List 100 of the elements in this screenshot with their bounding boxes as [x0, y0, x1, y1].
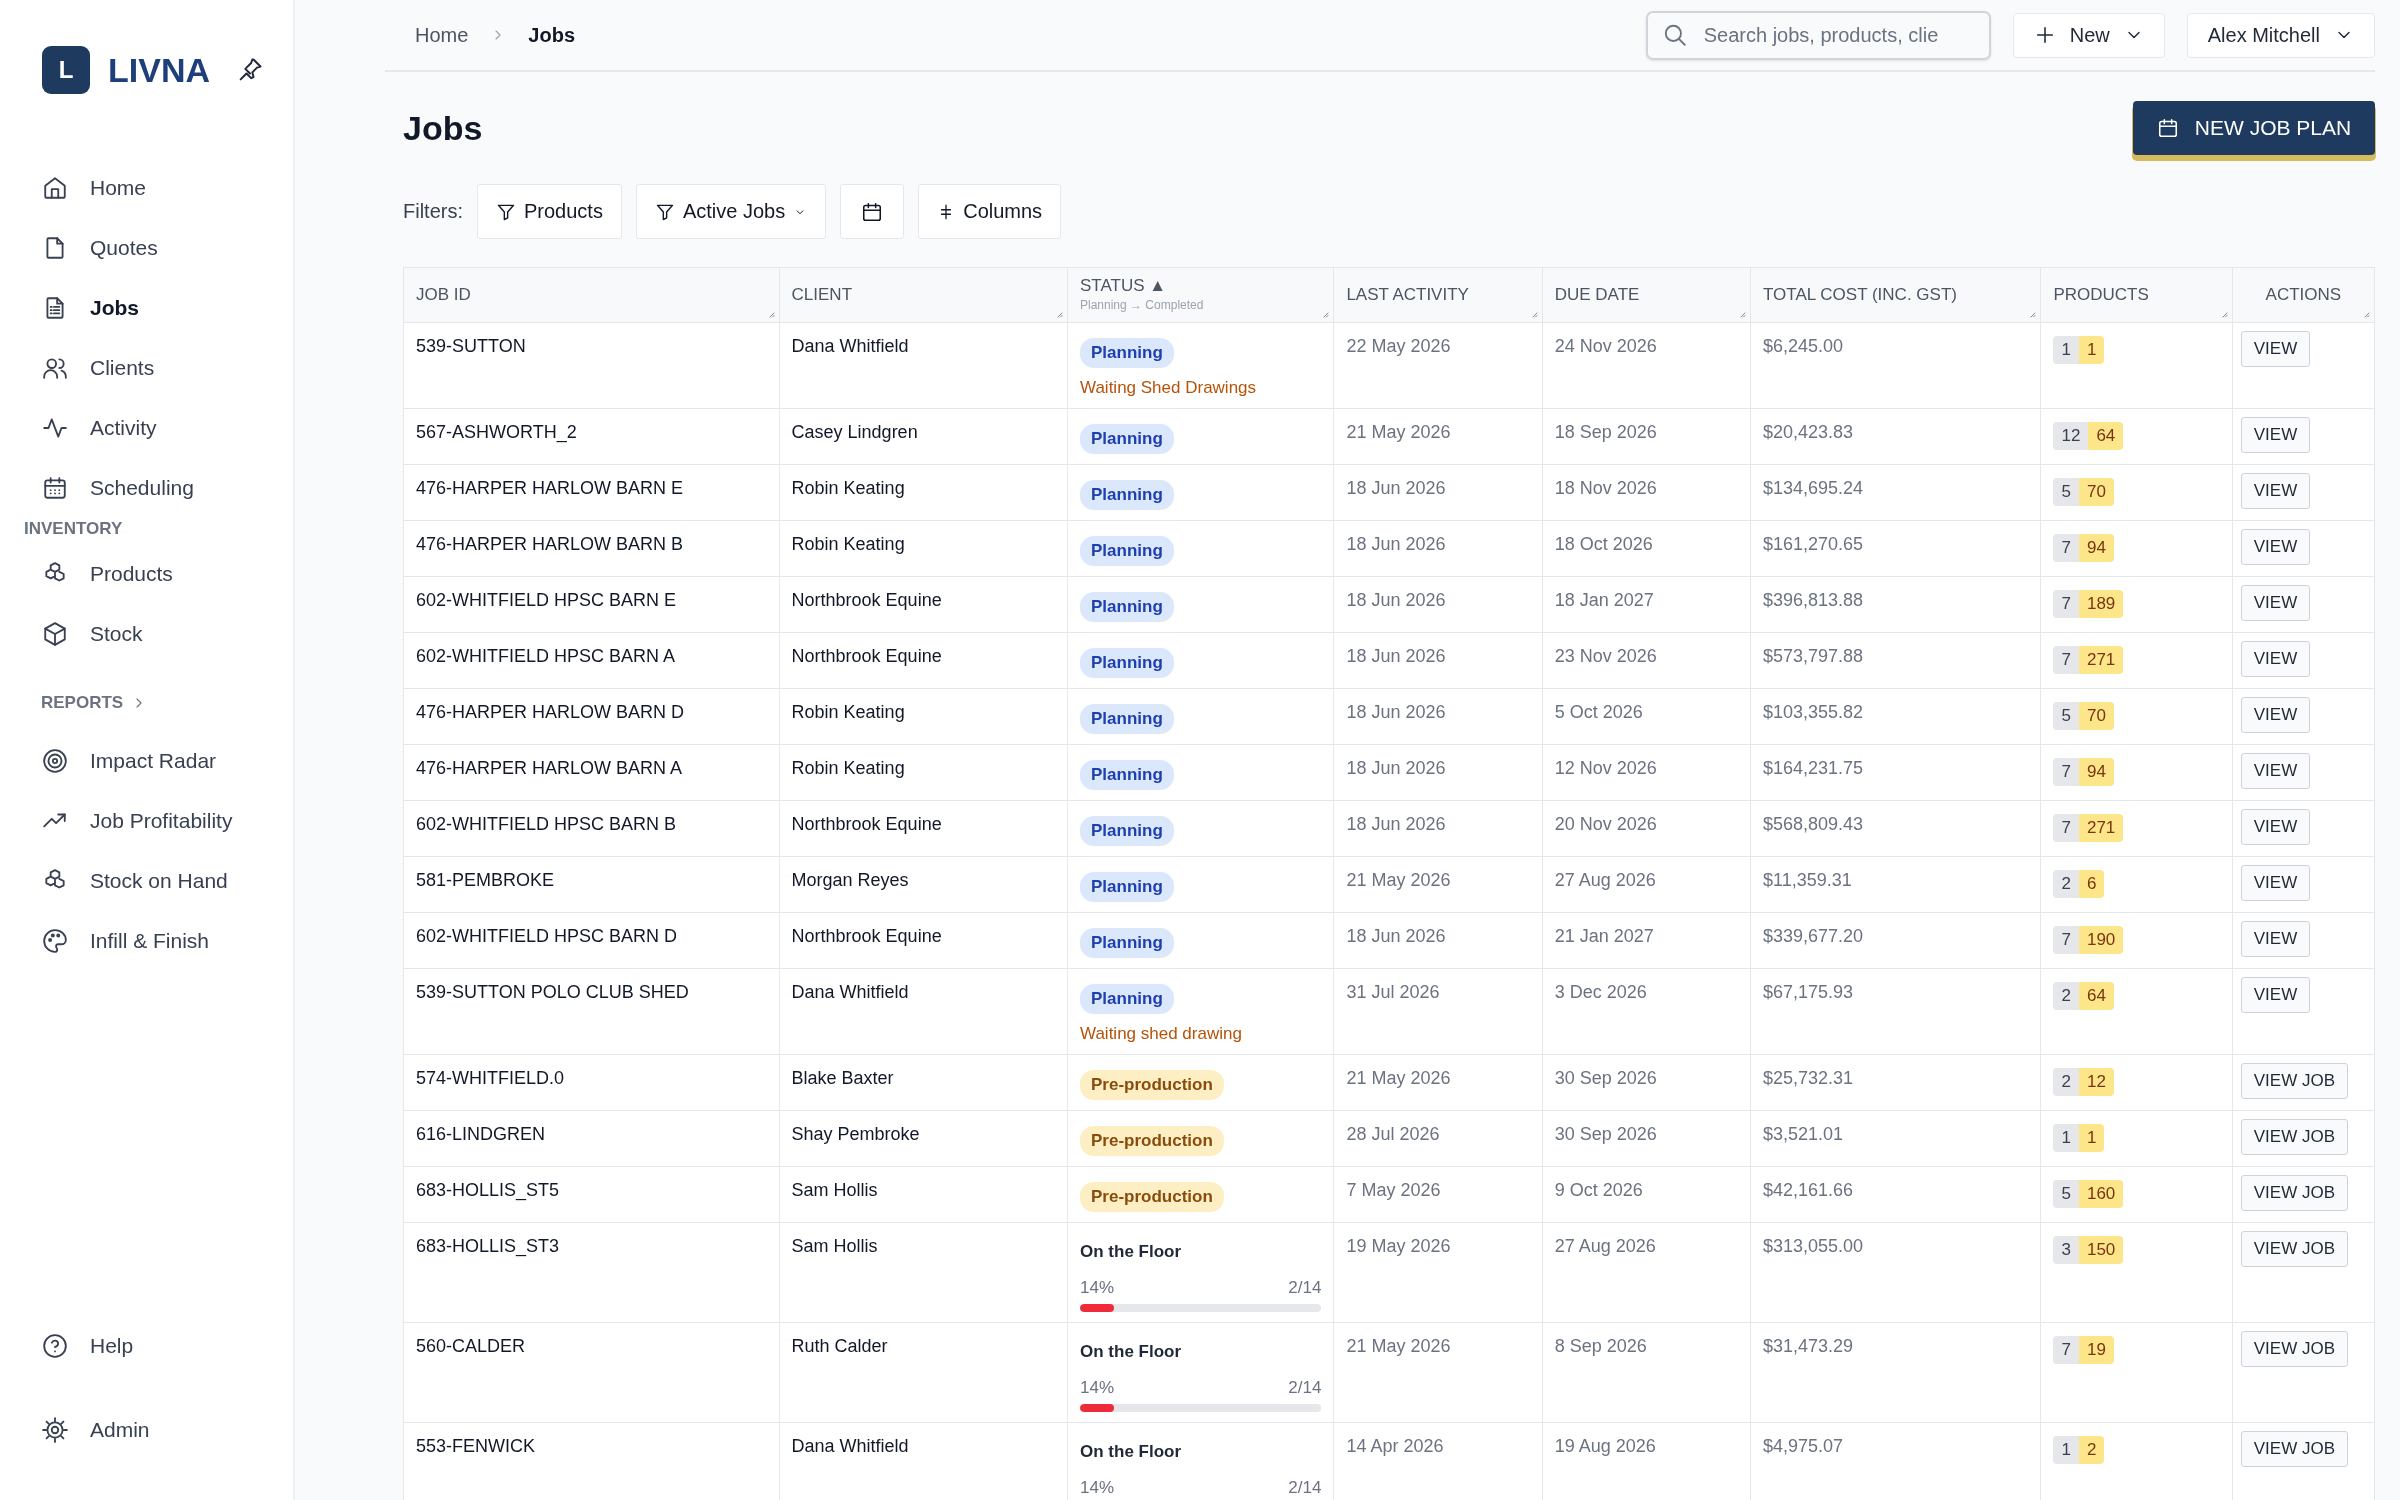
view-button[interactable]: VIEW — [2240, 697, 2311, 733]
sidebar-item[interactable]: Impact Radar — [0, 731, 293, 791]
sidebar-item[interactable]: Products — [0, 544, 293, 604]
filter-button[interactable]: Products — [477, 184, 622, 239]
view-button[interactable]: VIEW JOB — [2240, 1331, 2348, 1367]
view-button[interactable]: VIEW JOB — [2240, 1175, 2348, 1211]
table-cell: 602-WHITFIELD HPSC BARN A — [403, 632, 780, 689]
status-badge: Pre-production — [1080, 1126, 1224, 1156]
table-cell: $11,359.31 — [1750, 856, 2041, 913]
view-button[interactable]: VIEW — [2240, 865, 2311, 901]
calendar-icon — [2156, 117, 2179, 139]
filter-dropdown[interactable]: Active Jobs — [635, 184, 827, 239]
sidebar-item[interactable]: Activity — [0, 398, 293, 458]
item-count-badge: 64 — [2078, 982, 2114, 1010]
view-button[interactable]: VIEW JOB — [2240, 1431, 2348, 1467]
table-cell: $3,521.01 — [1750, 1110, 2041, 1167]
table-cell: Shay Pembroke — [779, 1110, 1068, 1167]
product-count-badge: 7 — [2053, 758, 2079, 786]
table-cell: Robin Keating — [779, 744, 1068, 801]
column-header[interactable]: DUE DATE — [1554, 285, 1640, 305]
view-button[interactable]: VIEW — [2240, 977, 2311, 1013]
view-button[interactable]: VIEW — [2240, 641, 2311, 677]
sidebar-item[interactable]: Stock — [0, 604, 293, 664]
item-count-badge: 271 — [2078, 814, 2124, 842]
table-cell: 567-ASHWORTH_2 — [403, 408, 780, 465]
view-button[interactable]: VIEW — [2240, 753, 2311, 789]
table-cell: 602-WHITFIELD HPSC BARN E — [403, 576, 780, 633]
view-button[interactable]: VIEW — [2240, 473, 2311, 509]
item-count-badge: 70 — [2078, 702, 2114, 730]
sidebar-item[interactable]: Stock on Hand — [0, 851, 293, 911]
columns-button[interactable]: Columns — [918, 184, 1062, 239]
view-button[interactable]: VIEW — [2240, 809, 2311, 845]
product-count-badge: 3 — [2053, 1236, 2079, 1264]
view-button[interactable]: VIEW — [2240, 921, 2311, 957]
product-count-badge: 7 — [2053, 534, 2079, 562]
sidebar-item[interactable]: Infill & Finish — [0, 911, 293, 971]
table-cell: $313,055.00 — [1750, 1222, 2041, 1323]
section-heading[interactable]: REPORTS — [41, 692, 124, 713]
item-count-badge: 150 — [2078, 1236, 2124, 1264]
product-count-badge: 2 — [2053, 982, 2079, 1010]
table-cell: 7 May 2026 — [1333, 1166, 1543, 1223]
table-cell: $161,270.65 — [1750, 520, 2041, 577]
sidebar-item[interactable]: Clients — [0, 338, 293, 398]
table-cell: 18 Jun 2026 — [1333, 576, 1543, 633]
column-header[interactable]: JOB ID — [416, 285, 471, 305]
column-header[interactable]: PRODUCTS — [2053, 285, 2149, 305]
table-cell: 476-HARPER HARLOW BARN A — [403, 744, 780, 801]
sidebar-item[interactable]: Admin — [0, 1388, 293, 1472]
column-header[interactable]: ACTIONS — [2265, 285, 2342, 305]
breadcrumb-item[interactable]: Home — [415, 23, 469, 47]
sidebar-item-label: Infill & Finish — [90, 929, 210, 953]
item-count-badge: 64 — [2088, 422, 2124, 450]
sidebar-item[interactable]: Help — [0, 1304, 293, 1388]
search-field[interactable]: Search jobs, products, clie — [1645, 10, 1991, 60]
product-count-badge: 12 — [2053, 422, 2089, 450]
user-menu[interactable]: Alex Mitchell — [2186, 12, 2375, 58]
product-count-badge: 1 — [2053, 1436, 2079, 1464]
product-count-badge: 1 — [2053, 1124, 2079, 1152]
table-cell: 31 Jul 2026 — [1333, 968, 1543, 1055]
view-button[interactable]: VIEW — [2240, 585, 2311, 621]
view-button[interactable]: VIEW JOB — [2240, 1231, 2348, 1267]
table-cell: Northbrook Equine — [779, 912, 1068, 969]
item-count-badge: 190 — [2078, 926, 2124, 954]
table-cell: 12 Nov 2026 — [1542, 744, 1751, 801]
new-button[interactable]: New — [2012, 12, 2165, 58]
status-badge: Planning — [1080, 480, 1174, 510]
status-note: Waiting Shed Drawings — [1080, 378, 1258, 398]
status-badge: Planning — [1080, 592, 1174, 622]
status-label: On the Floor — [1080, 1442, 1182, 1462]
table-cell: $164,231.75 — [1750, 744, 2041, 801]
status-badge: Planning — [1080, 872, 1174, 902]
table-cell: 18 Jun 2026 — [1333, 688, 1543, 745]
product-count-badge: 5 — [2053, 478, 2079, 506]
product-count-badge: 7 — [2053, 926, 2079, 954]
table-cell: $396,813.88 — [1750, 576, 2041, 633]
sidebar-item[interactable]: Scheduling — [0, 458, 293, 518]
sidebar-item[interactable]: Job Profitability — [0, 791, 293, 851]
sidebar-item-label: Jobs — [90, 296, 139, 320]
table-cell: 476-HARPER HARLOW BARN E — [403, 464, 780, 521]
sidebar-item[interactable]: Quotes — [0, 218, 293, 278]
sidebar-item[interactable]: Jobs — [0, 278, 293, 338]
table-cell: 18 Jan 2027 — [1542, 576, 1751, 633]
table-cell: Northbrook Equine — [779, 800, 1068, 857]
progress-count: 2/14 — [1288, 1378, 1322, 1398]
date-filter-button[interactable] — [840, 184, 905, 239]
calendar-icon — [861, 200, 884, 223]
table-cell: $67,175.93 — [1750, 968, 2041, 1055]
column-header[interactable]: CLIENT — [791, 285, 853, 305]
view-button[interactable]: VIEW JOB — [2240, 1119, 2348, 1155]
item-count-badge: 70 — [2078, 478, 2114, 506]
sidebar-item[interactable]: Home — [0, 158, 293, 218]
sidebar-item-label: Stock — [90, 622, 143, 646]
table-cell: 476-HARPER HARLOW BARN D — [403, 688, 780, 745]
view-button[interactable]: VIEW — [2240, 331, 2311, 367]
view-button[interactable]: VIEW — [2240, 529, 2311, 565]
table-cell: 22 May 2026 — [1333, 322, 1543, 409]
progress-count: 2/14 — [1288, 1478, 1322, 1498]
view-button[interactable]: VIEW JOB — [2240, 1063, 2348, 1099]
view-button[interactable]: VIEW — [2240, 417, 2311, 453]
item-count-badge: 271 — [2078, 646, 2124, 674]
